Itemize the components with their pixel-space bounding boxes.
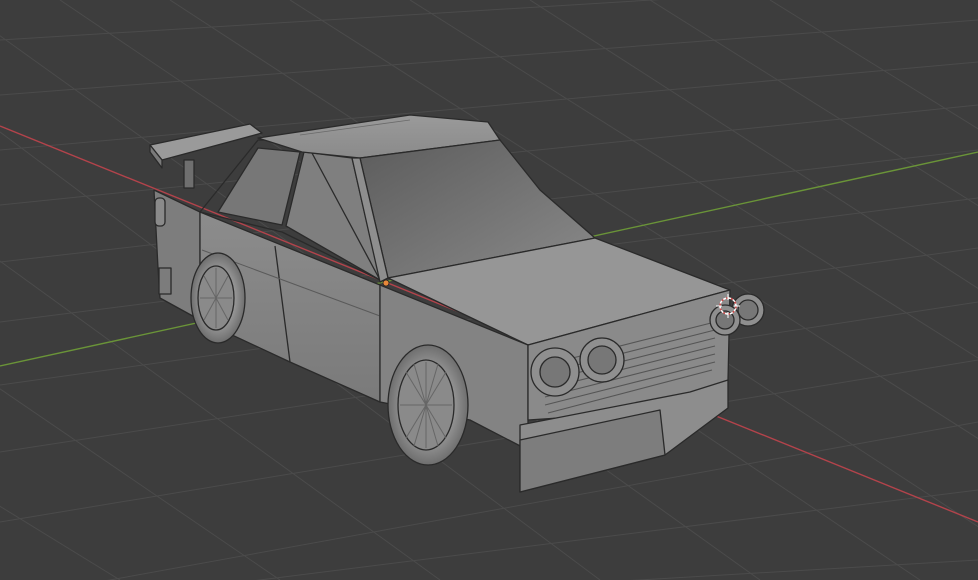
3d-viewport[interactable] (0, 0, 978, 580)
rear-wheel (190, 252, 246, 344)
side-window-rear (217, 147, 301, 226)
front-wheel (387, 344, 469, 466)
viewport-canvas[interactable] (0, 0, 978, 580)
car-model[interactable] (149, 114, 765, 493)
object-origin-dot[interactable] (382, 279, 390, 287)
